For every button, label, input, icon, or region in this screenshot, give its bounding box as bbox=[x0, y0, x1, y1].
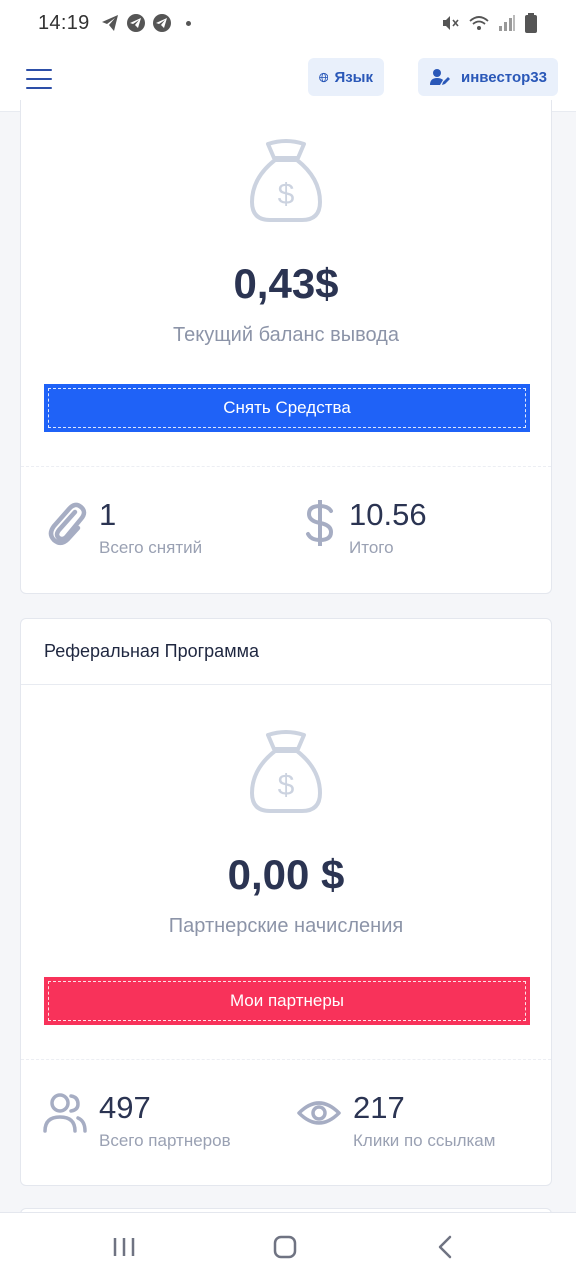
withdraw-balance-card: $ 0,43$ Текущий баланс вывода Снять Сред… bbox=[20, 100, 552, 594]
withdraw-balance-amount: 0,43$ bbox=[233, 260, 339, 307]
withdraw-funds-button[interactable]: Снять Средства bbox=[44, 384, 530, 432]
my-partners-label: Мои партнеры bbox=[48, 981, 526, 1021]
more-notifications-dot bbox=[185, 20, 191, 26]
svg-text:$: $ bbox=[278, 769, 295, 802]
referral-card-title: Реферальная Программа bbox=[21, 619, 551, 685]
telegram-icon bbox=[152, 14, 171, 32]
status-bar: 14:19 bbox=[0, 0, 576, 46]
dollar-icon bbox=[306, 500, 334, 546]
withdraw-balance-label: Текущий баланс вывода bbox=[173, 324, 399, 346]
user-menu-button[interactable]: инвестор33 bbox=[418, 58, 558, 96]
stat-total-sum: 10.56 Итого bbox=[303, 498, 427, 558]
language-button[interactable]: Язык bbox=[308, 58, 384, 96]
referral-earnings-label: Партнерские начисления bbox=[168, 915, 404, 937]
notification-icons bbox=[100, 13, 191, 33]
withdraw-funds-label: Снять Средства bbox=[48, 388, 526, 428]
status-time: 14:19 bbox=[38, 11, 90, 34]
money-bag-icon: $ bbox=[250, 139, 322, 222]
total-partners-label: Всего партнеров bbox=[99, 1131, 231, 1150]
money-bag-icon: $ bbox=[250, 730, 322, 813]
menu-icon[interactable] bbox=[26, 68, 52, 89]
system-icons bbox=[440, 12, 538, 34]
android-nav-bar bbox=[0, 1212, 576, 1280]
stat-total-withdrawals: 1 Всего снятий bbox=[45, 498, 202, 558]
total-withdrawals-label: Всего снятий bbox=[99, 538, 203, 557]
user-edit-icon bbox=[430, 69, 450, 85]
referral-program-card: Реферальная Программа $ 0,00 $ Партнерск… bbox=[20, 618, 552, 1186]
card-divider bbox=[21, 466, 551, 467]
total-partners-value: 497 bbox=[99, 1090, 151, 1125]
username-label: инвестор33 bbox=[461, 68, 547, 86]
battery-icon bbox=[525, 13, 537, 33]
signal-icon bbox=[499, 15, 515, 31]
wifi-icon bbox=[469, 16, 489, 30]
link-clicks-value: 217 bbox=[353, 1090, 405, 1125]
card-divider bbox=[21, 1059, 551, 1060]
stat-link-clicks: 217 Клики по ссылкам bbox=[297, 1091, 495, 1151]
telegram-icon bbox=[126, 14, 145, 32]
mute-icon bbox=[443, 16, 459, 30]
link-clicks-label: Клики по ссылкам bbox=[353, 1131, 496, 1150]
eye-icon bbox=[297, 1101, 341, 1125]
my-partners-button[interactable]: Мои партнеры bbox=[44, 977, 530, 1025]
back-icon[interactable] bbox=[430, 1231, 462, 1263]
recent-apps-icon[interactable] bbox=[108, 1231, 140, 1263]
language-label: Язык bbox=[334, 68, 373, 86]
total-sum-value: 10.56 bbox=[349, 497, 427, 532]
home-icon[interactable] bbox=[269, 1231, 301, 1263]
total-withdrawals-value: 1 bbox=[99, 497, 117, 532]
total-sum-label: Итого bbox=[349, 538, 394, 557]
paperclip-icon bbox=[48, 502, 87, 545]
users-icon bbox=[43, 1093, 87, 1133]
stat-total-partners: 497 Всего партнеров bbox=[43, 1091, 231, 1151]
svg-text:$: $ bbox=[278, 178, 295, 211]
telegram-icon bbox=[101, 15, 118, 31]
referral-earnings-amount: 0,00 $ bbox=[227, 851, 345, 898]
globe-icon bbox=[319, 72, 329, 82]
